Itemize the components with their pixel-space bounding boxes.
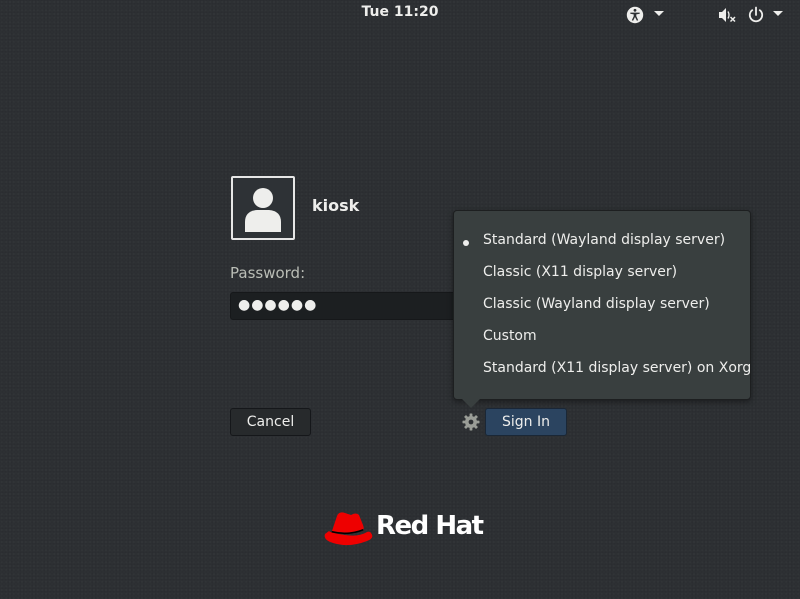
password-label: Password:: [230, 264, 306, 282]
red-hat-logo-icon: [324, 512, 373, 546]
system-menu-chevron-down-icon[interactable]: [773, 11, 783, 16]
session-item-classic-x11[interactable]: Classic (X11 display server): [454, 259, 750, 287]
session-item-standard-wayland[interactable]: Standard (Wayland display server): [454, 227, 750, 255]
session-item-label: Classic (Wayland display server): [483, 296, 710, 312]
cancel-button[interactable]: Cancel: [230, 408, 311, 436]
accessibility-icon[interactable]: [626, 6, 644, 24]
user-icon: [245, 188, 281, 232]
session-item-custom[interactable]: Custom: [454, 323, 750, 351]
session-item-label: Standard (Wayland display server): [483, 232, 726, 248]
session-item-label: Standard (X11 display server) on Xorg: [483, 360, 752, 376]
session-item-classic-wayland[interactable]: Classic (Wayland display server): [454, 291, 750, 319]
power-icon[interactable]: [747, 6, 765, 24]
password-field[interactable]: ●●●●●●: [230, 292, 480, 320]
top-bar: Tue 11:20: [0, 0, 800, 27]
volume-muted-icon[interactable]: [718, 6, 738, 24]
gear-icon[interactable]: [461, 412, 481, 432]
session-item-label: Classic (X11 display server): [483, 264, 678, 280]
session-item-label: Custom: [483, 328, 537, 344]
red-hat-wordmark: Red Hat: [376, 511, 484, 541]
session-menu-pointer: [462, 399, 480, 408]
sign-in-button[interactable]: Sign In: [485, 408, 567, 436]
session-menu: Standard (Wayland display server) Classi…: [453, 210, 751, 400]
username: kiosk: [312, 196, 360, 215]
avatar: [231, 176, 295, 240]
selected-bullet-icon: [463, 240, 469, 246]
session-item-standard-xorg[interactable]: Standard (X11 display server) on Xorg: [454, 355, 752, 383]
clock[interactable]: Tue 11:20: [0, 4, 800, 20]
password-value: ●●●●●●: [238, 297, 318, 313]
accessibility-menu-chevron-down-icon[interactable]: [654, 11, 664, 16]
